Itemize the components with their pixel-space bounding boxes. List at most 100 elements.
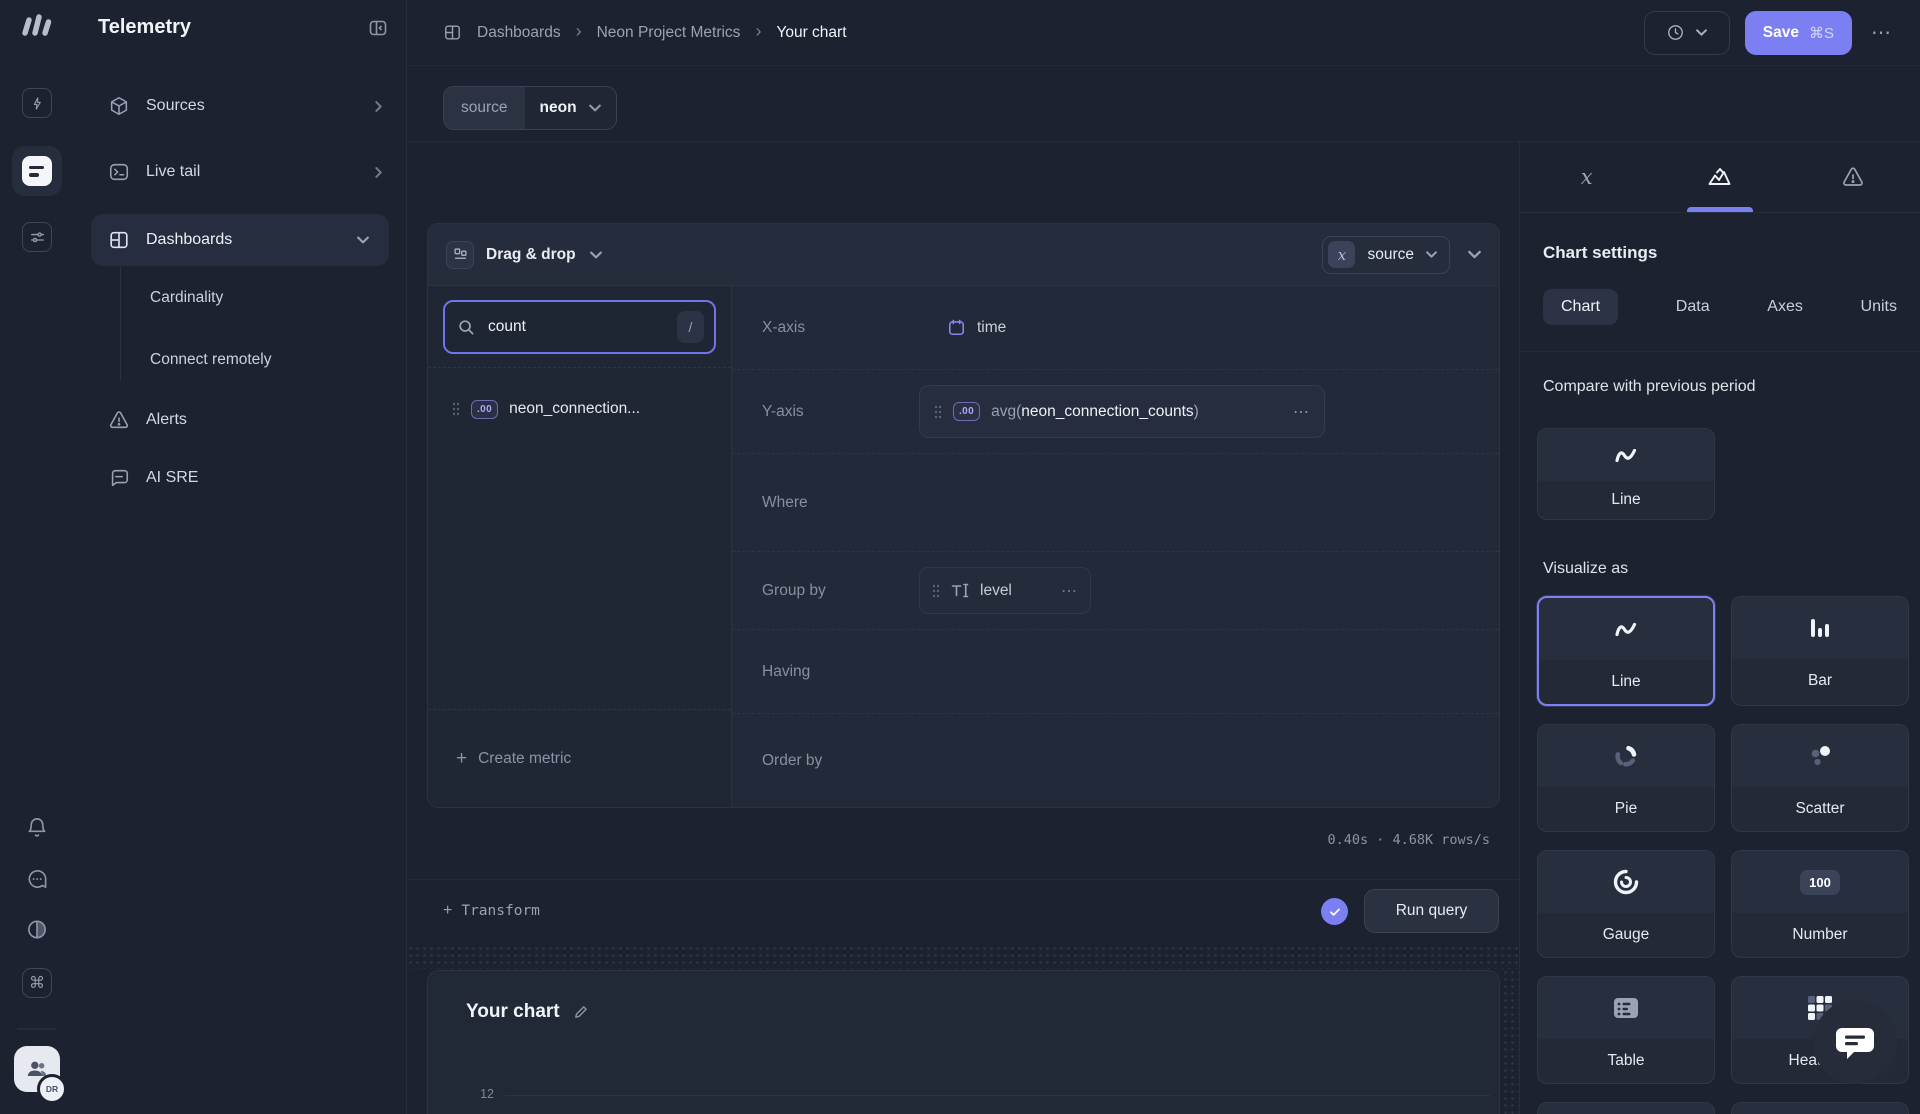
cube-icon bbox=[108, 95, 130, 117]
metric-list: .00 neon_connection... bbox=[428, 369, 731, 709]
subtab-units[interactable]: Units bbox=[1861, 298, 1897, 316]
notifications-bell-icon[interactable] bbox=[26, 816, 49, 839]
topbar: Dashboards › Neon Project Metrics › Your… bbox=[407, 0, 1920, 66]
group-by-row: Group by level ⋯ bbox=[732, 551, 1499, 629]
subtab-chart[interactable]: Chart bbox=[1543, 289, 1618, 325]
group-by-chip[interactable]: level ⋯ bbox=[919, 567, 1091, 614]
viz-card-bar[interactable]: Bar bbox=[1731, 596, 1909, 706]
flows-icon[interactable] bbox=[22, 88, 52, 118]
time-range-button[interactable] bbox=[1644, 11, 1730, 55]
row-label: Where bbox=[762, 494, 919, 512]
calendar-icon bbox=[947, 318, 966, 337]
metric-list-item[interactable]: .00 neon_connection... bbox=[428, 387, 731, 431]
drag-handle-icon[interactable] bbox=[932, 584, 940, 598]
filter-value[interactable]: neon bbox=[525, 87, 616, 129]
metric-search[interactable]: / bbox=[443, 300, 716, 354]
sidebar-item-dashboards[interactable]: Dashboards bbox=[91, 214, 389, 266]
group-field-label: source bbox=[1367, 246, 1414, 264]
formula-x-icon: x bbox=[1581, 165, 1593, 189]
workspace-title: Telemetry bbox=[98, 16, 191, 39]
viz-card-number[interactable]: 100 Number bbox=[1731, 850, 1909, 958]
rail-divider bbox=[17, 1028, 57, 1030]
sidebar-item-live-tail[interactable]: Live tail bbox=[74, 152, 406, 192]
metric-search-input[interactable] bbox=[486, 317, 666, 337]
sidebar-item-cardinality[interactable]: Cardinality bbox=[74, 278, 406, 318]
dashboard-grid-icon bbox=[108, 229, 130, 251]
compare-line-card[interactable]: Line bbox=[1537, 428, 1715, 520]
card-label: Line bbox=[1538, 481, 1714, 519]
builder-mode-icon[interactable] bbox=[446, 241, 474, 269]
settings-tab-bar: x bbox=[1520, 141, 1920, 213]
group-by-field-control[interactable]: x source bbox=[1322, 236, 1450, 274]
viz-card-text[interactable]: Aa bbox=[1731, 1102, 1909, 1114]
collapse-builder-icon[interactable] bbox=[1468, 248, 1481, 261]
y-axis-chip[interactable]: .00 avg(neon_connection_counts) ⋯ bbox=[919, 385, 1325, 438]
settings-sliders-icon[interactable] bbox=[22, 222, 52, 252]
plus-icon: + bbox=[443, 902, 452, 920]
breadcrumb-dashboards[interactable]: Dashboards bbox=[477, 24, 561, 42]
filter-key[interactable]: source bbox=[444, 87, 525, 129]
drag-handle-icon[interactable] bbox=[452, 402, 460, 416]
sidebar-item-alerts[interactable]: Alerts bbox=[74, 400, 406, 440]
create-metric-button[interactable]: + Create metric bbox=[428, 709, 731, 807]
line-chart-icon bbox=[1538, 429, 1714, 481]
divider bbox=[1520, 351, 1920, 352]
row-label: Group by bbox=[762, 582, 919, 600]
sidebar-item-sources[interactable]: Sources bbox=[74, 86, 406, 126]
stream-nav-active[interactable] bbox=[12, 146, 62, 196]
viz-card-pie[interactable]: Pie bbox=[1537, 724, 1715, 832]
sidebar-item-label: AI SRE bbox=[146, 469, 384, 487]
chip-menu-icon[interactable]: ⋯ bbox=[1293, 402, 1310, 422]
app-logo-icon bbox=[19, 12, 55, 38]
having-row[interactable]: Having bbox=[732, 629, 1499, 713]
chat-bubble-icon bbox=[1834, 1022, 1876, 1062]
bar-chart-icon bbox=[1732, 597, 1908, 659]
support-chat-button[interactable] bbox=[1813, 1000, 1897, 1084]
table-icon bbox=[1538, 977, 1714, 1039]
resize-gutter-vertical[interactable] bbox=[1502, 969, 1519, 1114]
breadcrumb-current: Your chart bbox=[776, 24, 846, 42]
icon-rail: ⌘ DR bbox=[0, 0, 74, 1114]
edit-title-pencil-icon[interactable] bbox=[573, 1004, 589, 1020]
viz-card-table[interactable]: Table bbox=[1537, 976, 1715, 1084]
query-builder-panel: Drag & drop x source / bbox=[427, 223, 1500, 808]
subtab-data[interactable]: Data bbox=[1676, 298, 1710, 316]
subtab-axes[interactable]: Axes bbox=[1767, 298, 1803, 316]
viz-card-scatter[interactable]: Scatter bbox=[1731, 724, 1909, 832]
statistic-icon bbox=[1538, 1103, 1714, 1114]
chip-menu-icon[interactable]: ⋯ bbox=[1061, 581, 1078, 601]
builder-mode-dropdown[interactable]: Drag & drop bbox=[486, 246, 576, 264]
tab-formula[interactable]: x bbox=[1520, 141, 1653, 212]
sidebar: Telemetry Sources Live tail bbox=[74, 0, 407, 1114]
numeric-metric-icon: .00 bbox=[953, 402, 980, 421]
command-menu-icon[interactable]: ⌘ bbox=[22, 968, 52, 998]
breadcrumb-dashboard-name[interactable]: Neon Project Metrics bbox=[597, 24, 741, 42]
order-by-row[interactable]: Order by bbox=[732, 713, 1499, 807]
card-label: Pie bbox=[1538, 787, 1714, 831]
source-filter-chip[interactable]: source neon bbox=[443, 86, 617, 130]
tab-chart-settings[interactable] bbox=[1653, 141, 1786, 212]
drag-handle-icon[interactable] bbox=[934, 405, 942, 419]
x-axis-value[interactable]: time bbox=[947, 318, 1006, 337]
y-axis-tick: 12 bbox=[448, 1087, 494, 1101]
plus-icon: + bbox=[456, 749, 467, 768]
sidebar-item-ai-sre[interactable]: AI SRE bbox=[74, 458, 406, 498]
theme-contrast-icon[interactable] bbox=[26, 918, 49, 941]
where-row[interactable]: Where bbox=[732, 453, 1499, 551]
feedback-chat-icon[interactable] bbox=[26, 868, 49, 891]
viz-card-statistic[interactable] bbox=[1537, 1102, 1715, 1114]
tab-alerts[interactable] bbox=[1787, 141, 1920, 212]
more-menu-icon[interactable]: ⋯ bbox=[1867, 20, 1896, 45]
scatter-chart-icon bbox=[1732, 725, 1908, 787]
save-button[interactable]: Save ⌘S bbox=[1745, 11, 1852, 55]
sidebar-item-connect-remotely[interactable]: Connect remotely bbox=[74, 340, 406, 380]
builder-header: Drag & drop x source bbox=[428, 224, 1499, 286]
viz-card-gauge[interactable]: Gauge bbox=[1537, 850, 1715, 958]
compare-heading: Compare with previous period bbox=[1543, 378, 1897, 396]
add-transform-button[interactable]: + Transform bbox=[443, 879, 540, 943]
resize-gutter-horizontal[interactable] bbox=[407, 945, 1519, 969]
run-query-button[interactable]: Run query bbox=[1364, 889, 1499, 933]
collapse-sidebar-icon[interactable] bbox=[368, 18, 388, 38]
app-root: ⌘ DR Telemetry Sources bbox=[0, 0, 1920, 1114]
viz-card-line[interactable]: Line bbox=[1537, 596, 1715, 706]
